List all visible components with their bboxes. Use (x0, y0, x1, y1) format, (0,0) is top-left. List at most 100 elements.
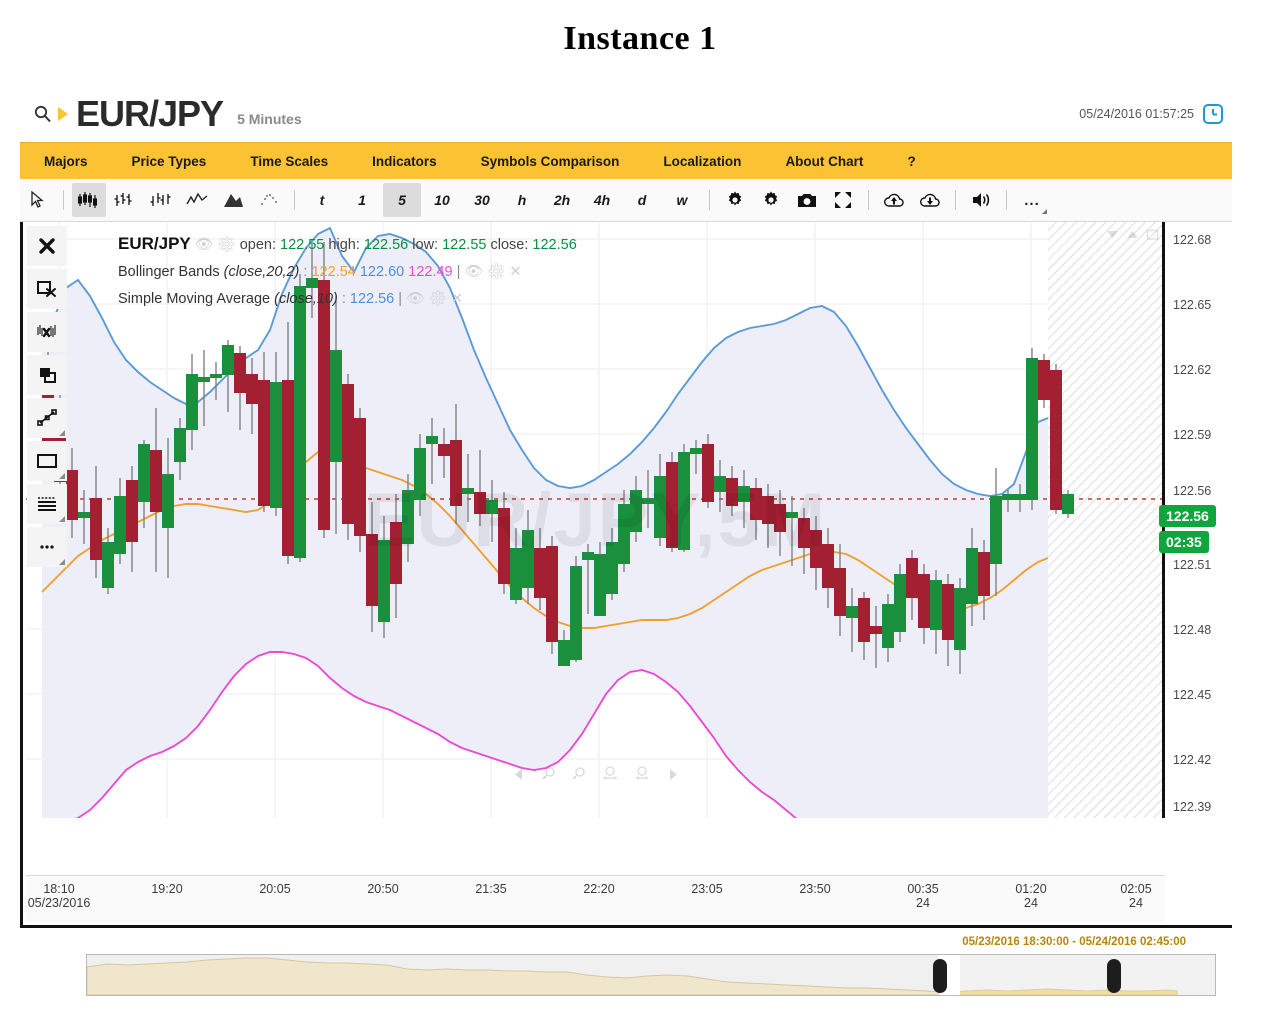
clock-icon[interactable] (1202, 103, 1224, 125)
gear-icon[interactable]: ⚙ (429, 291, 447, 307)
legend-bollinger-middle: 122.54 (311, 264, 356, 280)
maximize-icon[interactable] (1146, 228, 1159, 241)
collapse-icon[interactable] (1106, 228, 1119, 241)
price-tick: 122.68 (1173, 233, 1212, 247)
time-tick-label: 23:05 (691, 882, 723, 896)
eye-icon[interactable]: 👁 (464, 264, 482, 280)
fibonacci-icon[interactable] (27, 484, 67, 524)
menu-item-localization[interactable]: Localization (641, 143, 763, 179)
delete-selected-icon[interactable] (27, 269, 67, 309)
price-axis[interactable]: 122.68 122.65 122.62 122.59 122.56 122.5… (1159, 222, 1232, 818)
timeframe-2h[interactable]: 2h (543, 183, 581, 217)
toolbar-divider (63, 190, 64, 210)
fullscreen-icon[interactable] (826, 183, 860, 217)
candlestick-icon[interactable] (72, 183, 106, 217)
scatter-chart-icon[interactable] (252, 183, 286, 217)
chart-settings-gear-icon[interactable] (754, 183, 788, 217)
more-tools-icon[interactable] (27, 527, 67, 567)
menu-item-about-chart[interactable]: About Chart (763, 143, 885, 179)
alerts-icon[interactable] (964, 183, 998, 217)
time-tick-date: 24 (1129, 896, 1143, 910)
legend-ohlc-row: EUR/JPY 👁 ⚙ open: 122.55 high: 122.56 lo… (118, 230, 577, 259)
cloud-download-icon[interactable] (913, 183, 947, 217)
chart-plot-area[interactable]: EUR/JPY,5M (26, 222, 1165, 818)
hlc-bars-icon[interactable] (144, 183, 178, 217)
navigator-right-handle[interactable] (1107, 959, 1121, 993)
timeframe-10[interactable]: 10 (423, 183, 461, 217)
time-tick-label: 00:35 (907, 882, 939, 896)
time-tick: 20:05 (259, 882, 290, 896)
menu-item-price-types[interactable]: Price Types (110, 143, 229, 179)
legend-pipe: | (456, 264, 461, 280)
cloud-upload-icon[interactable] (877, 183, 911, 217)
mountain-chart-icon[interactable] (216, 183, 250, 217)
legend-bollinger-lower: 122.49 (408, 264, 453, 280)
zoom-out-icon[interactable] (571, 766, 587, 782)
time-tick-label: 01:20 (1015, 882, 1047, 896)
time-tick-label: 21:35 (475, 882, 507, 896)
eye-icon[interactable]: 👁 (406, 291, 424, 307)
range-navigator: 05/23/2016 18:30:00 - 05/24/2016 02:45:0… (20, 936, 1232, 1010)
close-icon[interactable]: ✕ (451, 291, 463, 307)
eye-icon[interactable]: 👁 (195, 237, 213, 253)
time-tick-date: 24 (916, 896, 930, 910)
magnifier-icon[interactable] (28, 99, 58, 129)
gear-icon[interactable]: ⚙ (487, 264, 505, 280)
symbol-dropdown-arrow-icon[interactable] (56, 104, 70, 124)
toolbar-divider (868, 190, 869, 210)
timeframe-w[interactable]: w (663, 183, 701, 217)
remove-indicators-icon[interactable] (27, 312, 67, 352)
cursor-icon[interactable] (21, 183, 55, 217)
ohlc-bars-icon[interactable] (108, 183, 142, 217)
time-tick: 01:20 24 (1015, 882, 1046, 910)
chart-legend: EUR/JPY 👁 ⚙ open: 122.55 high: 122.56 lo… (118, 230, 577, 313)
zoom-fit-icon[interactable] (601, 766, 619, 782)
gear-icon[interactable]: ⚙ (217, 237, 235, 253)
chart-application: EUR/JPY 5 Minutes 05/24/2016 01:57:25 Ma… (20, 86, 1232, 996)
delete-all-icon[interactable] (27, 226, 67, 266)
zoom-in-icon[interactable] (541, 766, 557, 782)
legend-open-value: 122.55 (280, 237, 325, 253)
menu-item-time-scales[interactable]: Time Scales (228, 143, 350, 179)
chart-panel: EUR/JPY,5M (20, 222, 1232, 928)
toolbar-more-button[interactable]: ... (1015, 183, 1049, 217)
trend-line-icon[interactable] (27, 398, 67, 438)
time-axis[interactable]: 18:10 05/23/2016 19:20 20:05 20:50 21:35… (26, 875, 1165, 922)
drawing-tools-panel (27, 226, 67, 570)
timeframe-d[interactable]: d (623, 183, 661, 217)
line-chart-icon[interactable] (180, 183, 214, 217)
menu-item-indicators[interactable]: Indicators (350, 143, 459, 179)
time-tick-date: 24 (1024, 896, 1038, 910)
menu-item-symbols-comparison[interactable]: Symbols Comparison (459, 143, 642, 179)
toolbar-divider (955, 190, 956, 210)
time-tick-date: 05/23/2016 (27, 896, 91, 910)
legend-colon: : (341, 291, 346, 307)
expand-icon[interactable] (1126, 228, 1139, 241)
time-tick: 22:20 (583, 882, 614, 896)
time-tick: 23:50 (799, 882, 830, 896)
close-icon[interactable]: ✕ (509, 264, 521, 280)
timeframe-h[interactable]: h (503, 183, 541, 217)
zoom-reset-icon[interactable] (633, 766, 651, 782)
timeframe-30[interactable]: 30 (463, 183, 501, 217)
timeframe-1[interactable]: 1 (343, 183, 381, 217)
navigator-left-handle[interactable] (933, 959, 947, 993)
symbol-name[interactable]: EUR/JPY (76, 93, 224, 135)
symbol-period: 5 Minutes (237, 111, 302, 127)
timeframe-4h[interactable]: 4h (583, 183, 621, 217)
clone-icon[interactable] (27, 355, 67, 395)
camera-snapshot-icon[interactable] (790, 183, 824, 217)
legend-bollinger-row: Bollinger Bands (close,20,2) : 122.54 12… (118, 259, 577, 286)
timeframe-t[interactable]: t (303, 183, 341, 217)
legend-high-value: 122.56 (363, 237, 409, 253)
menu-item-help[interactable]: ? (885, 143, 937, 179)
toolbar-divider (294, 190, 295, 210)
scroll-left-icon[interactable] (512, 767, 527, 782)
scroll-right-icon[interactable] (665, 767, 680, 782)
navigator-track[interactable] (86, 954, 1216, 996)
timeframe-5[interactable]: 5 (383, 183, 421, 217)
bar-countdown-badge: 02:35 (1159, 531, 1209, 553)
menu-item-majors[interactable]: Majors (20, 143, 110, 179)
rectangle-icon[interactable] (27, 441, 67, 481)
settings-gear-icon[interactable] (718, 183, 752, 217)
